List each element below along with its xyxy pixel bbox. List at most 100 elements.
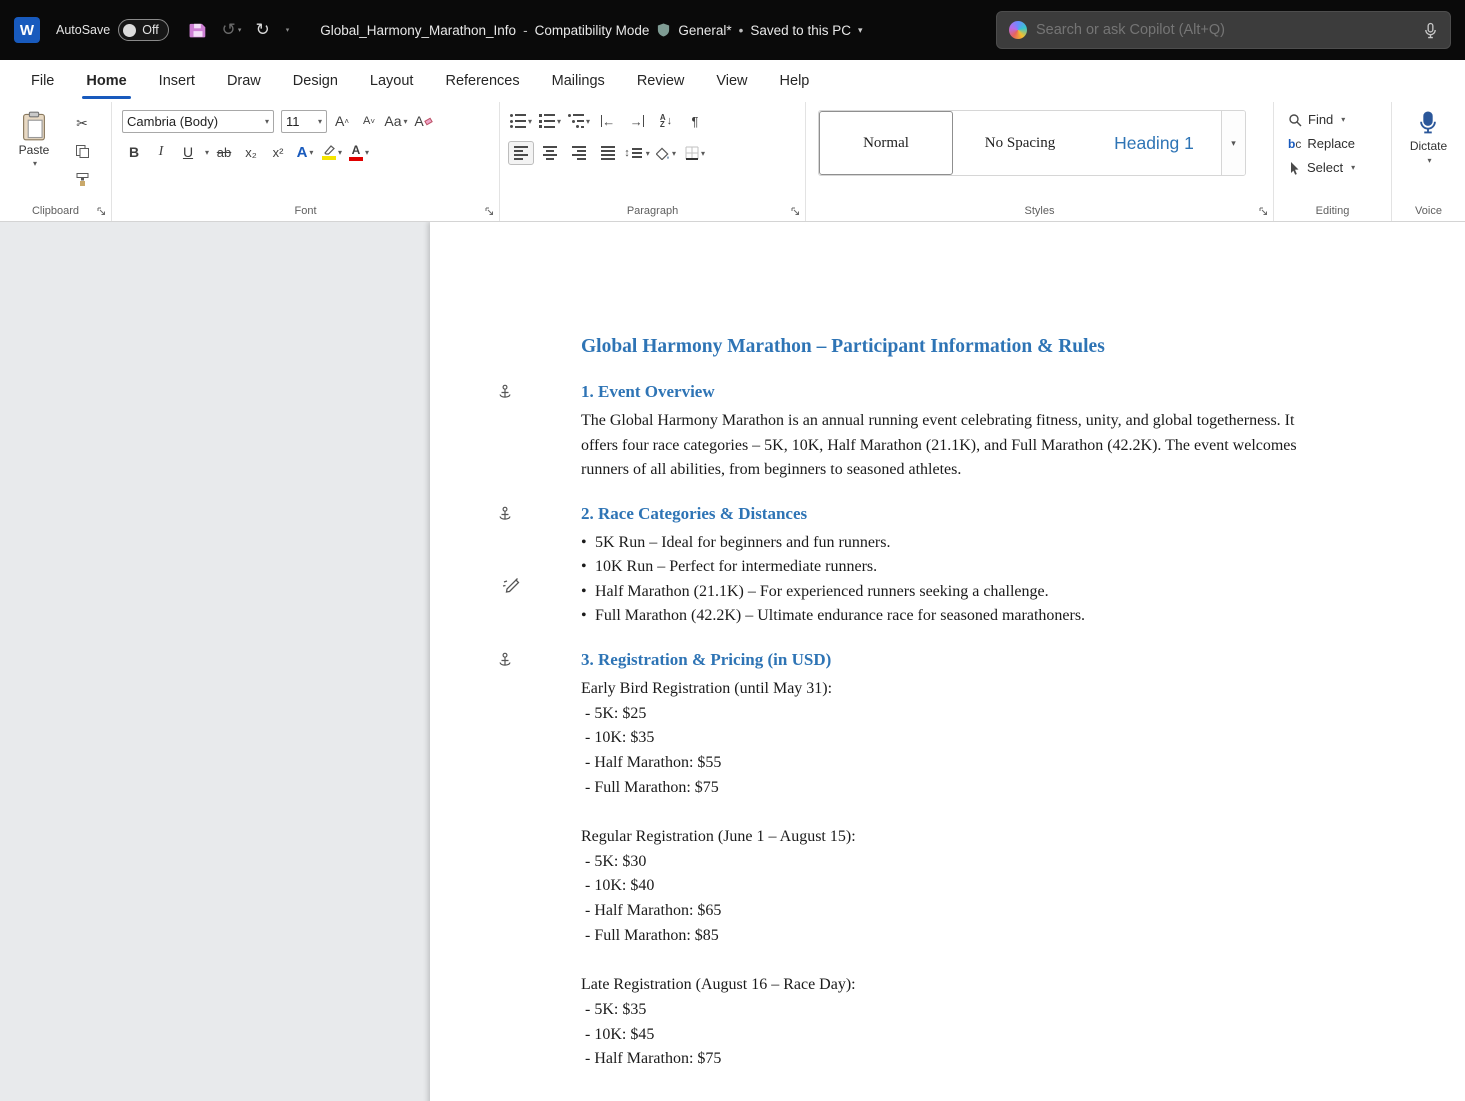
tab-mailings[interactable]: Mailings [536, 60, 621, 102]
saved-status[interactable]: Saved to this PC [750, 23, 851, 38]
styles-more-button[interactable]: ▾ [1221, 111, 1245, 175]
document-page[interactable]: Global Harmony Marathon – Participant In… [430, 222, 1465, 1101]
shading-button[interactable]: ▾ [653, 141, 679, 165]
align-left-button[interactable] [508, 141, 534, 165]
dictate-button[interactable]: Dictate ▾ [1410, 110, 1447, 165]
autosave-toggle[interactable]: Off [118, 19, 168, 41]
subscript-button[interactable]: x₂ [239, 140, 263, 164]
tab-references[interactable]: References [429, 60, 535, 102]
paragraph-dialog-launcher-icon[interactable] [791, 207, 800, 216]
doc-line[interactable]: - Half Marathon: $65 [581, 899, 1465, 924]
title-dropdown-icon[interactable]: ▾ [858, 25, 863, 36]
bullet-item[interactable]: •Half Marathon (21.1K) – For experienced… [581, 580, 1301, 605]
doc-line[interactable]: - 10K: $40 [581, 874, 1465, 899]
superscript-button[interactable]: x² [266, 140, 290, 164]
shrink-font-button[interactable]: A˅ [357, 109, 381, 133]
sensitivity-label[interactable]: General* [678, 23, 731, 38]
undo-icon[interactable]: ↺▾ [222, 20, 242, 40]
customize-quick-access-icon[interactable]: ▾ [284, 26, 290, 34]
anchor-icon[interactable] [497, 384, 513, 406]
tab-draw[interactable]: Draw [211, 60, 277, 102]
justify-button[interactable] [595, 141, 621, 165]
doc-line[interactable] [581, 949, 1465, 974]
doc-line[interactable]: Regular Registration (June 1 – August 15… [581, 825, 1465, 850]
align-right-button[interactable] [566, 141, 592, 165]
underline-button[interactable]: U [176, 140, 200, 164]
doc-line[interactable]: - 10K: $35 [581, 726, 1465, 751]
copy-icon[interactable] [70, 141, 94, 161]
pen-icon[interactable] [501, 573, 523, 600]
italic-button[interactable]: I [149, 140, 173, 164]
doc-bullet-list[interactable]: •5K Run – Ideal for beginners and fun ru… [581, 531, 1465, 629]
doc-paragraph[interactable]: The Global Harmony Marathon is an annual… [581, 409, 1301, 483]
decrease-indent-button[interactable]: ← [595, 109, 621, 133]
doc-line[interactable]: - 5K: $35 [581, 998, 1465, 1023]
multilevel-list-button[interactable]: ▾ [566, 109, 592, 133]
doc-line[interactable] [581, 800, 1465, 825]
doc-title[interactable]: Global Harmony Marathon – Participant In… [581, 336, 1465, 358]
bullet-item[interactable]: •5K Run – Ideal for beginners and fun ru… [581, 531, 1301, 556]
bullet-item[interactable]: •Full Marathon (42.2K) – Ultimate endura… [581, 604, 1301, 629]
bullet-item[interactable]: •10K Run – Perfect for intermediate runn… [581, 555, 1301, 580]
font-dialog-launcher-icon[interactable] [485, 207, 494, 216]
style-no-spacing[interactable]: No Spacing [953, 111, 1087, 175]
font-name-select[interactable]: Cambria (Body) ▾ [122, 110, 274, 133]
select-button[interactable]: Select ▾ [1288, 160, 1383, 175]
doc-heading-1[interactable]: 1. Event Overview [581, 382, 1465, 402]
tab-view[interactable]: View [700, 60, 763, 102]
tab-review[interactable]: Review [621, 60, 701, 102]
doc-heading-3[interactable]: 3. Registration & Pricing (in USD) [581, 650, 1465, 670]
grow-font-button[interactable]: A˄ [330, 109, 354, 133]
redo-icon[interactable]: ↻ [255, 20, 269, 40]
strikethrough-button[interactable]: ab [212, 140, 236, 164]
font-size-select[interactable]: 11 ▾ [281, 110, 327, 133]
search-input[interactable] [1036, 22, 1414, 38]
search-mic-icon[interactable] [1423, 22, 1438, 39]
increase-indent-button[interactable]: → [624, 109, 650, 133]
word-logo-icon[interactable]: W [14, 17, 40, 43]
style-normal[interactable]: Normal [819, 111, 953, 175]
numbering-button[interactable]: ▾ [537, 109, 563, 133]
doc-line[interactable]: - 5K: $25 [581, 702, 1465, 727]
paste-button[interactable]: Paste ▾ [8, 109, 60, 189]
show-hide-formatting-button[interactable]: ¶ [682, 109, 708, 133]
tab-file[interactable]: File [15, 60, 70, 102]
find-button[interactable]: Find ▾ [1288, 112, 1383, 127]
doc-line[interactable]: - Full Marathon: $75 [581, 776, 1465, 801]
doc-line[interactable]: Early Bird Registration (until May 31): [581, 677, 1465, 702]
search-box[interactable] [996, 11, 1451, 49]
borders-button[interactable]: ▾ [682, 141, 708, 165]
tab-insert[interactable]: Insert [143, 60, 211, 102]
line-spacing-button[interactable]: ↕▾ [624, 141, 650, 165]
bullets-button[interactable]: ▾ [508, 109, 534, 133]
doc-line[interactable]: Late Registration (August 16 – Race Day)… [581, 973, 1465, 998]
clear-formatting-button[interactable]: A [411, 109, 435, 133]
paste-dropdown-icon[interactable]: ▾ [33, 159, 37, 168]
doc-pricing-lines[interactable]: Early Bird Registration (until May 31): … [581, 677, 1465, 1072]
align-center-button[interactable] [537, 141, 563, 165]
document-title[interactable]: Global_Harmony_Marathon_Info [320, 23, 516, 38]
doc-heading-2[interactable]: 2. Race Categories & Distances [581, 504, 1465, 524]
anchor-icon[interactable] [497, 652, 513, 674]
cut-icon[interactable]: ✂ [70, 113, 94, 133]
style-heading-1[interactable]: Heading 1 [1087, 111, 1221, 175]
save-icon[interactable] [189, 21, 207, 39]
tab-layout[interactable]: Layout [354, 60, 430, 102]
sensitivity-shield-icon[interactable] [656, 22, 671, 38]
anchor-icon[interactable] [497, 506, 513, 528]
doc-line[interactable]: - 5K: $30 [581, 850, 1465, 875]
tab-design[interactable]: Design [277, 60, 354, 102]
bold-button[interactable]: B [122, 140, 146, 164]
change-case-button[interactable]: Aa▾ [384, 109, 408, 133]
doc-line[interactable]: - Full Marathon: $85 [581, 924, 1465, 949]
doc-line[interactable]: - Half Marathon: $55 [581, 751, 1465, 776]
sort-button[interactable]: AZ↓ [653, 109, 679, 133]
format-painter-icon[interactable] [70, 169, 94, 189]
highlight-color-button[interactable]: ▾ [320, 140, 344, 164]
font-color-button[interactable]: A▾ [347, 140, 371, 164]
text-effects-button[interactable]: A▾ [293, 140, 317, 164]
clipboard-dialog-launcher-icon[interactable] [97, 207, 106, 216]
styles-dialog-launcher-icon[interactable] [1259, 207, 1268, 216]
tab-help[interactable]: Help [764, 60, 826, 102]
underline-dropdown-icon[interactable]: ▾ [205, 148, 209, 157]
